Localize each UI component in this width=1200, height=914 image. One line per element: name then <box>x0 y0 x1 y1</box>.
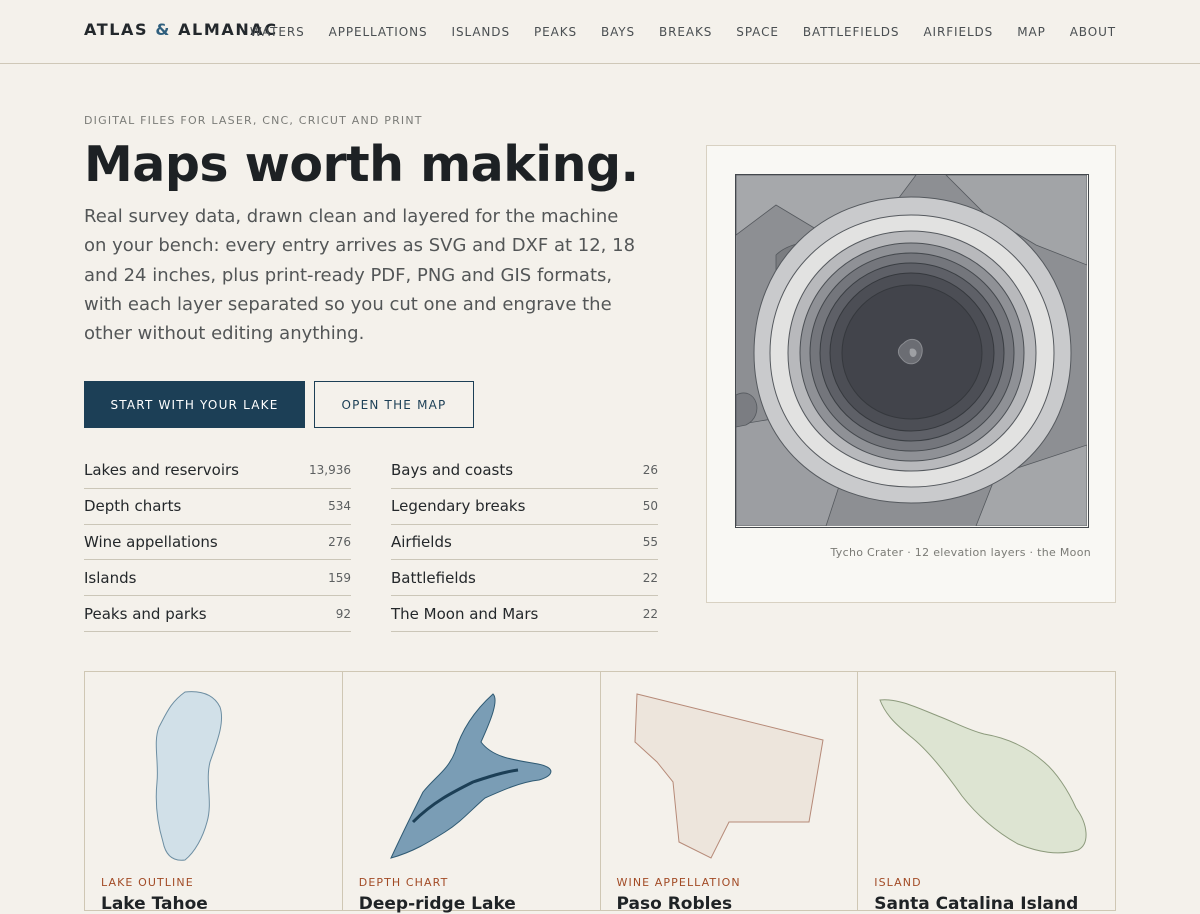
category-count: 22 <box>642 606 658 621</box>
nav-space[interactable]: SPACE <box>736 25 779 39</box>
nav-about[interactable]: ABOUT <box>1070 25 1116 39</box>
nav-airfields[interactable]: AIRFIELDS <box>923 25 993 39</box>
wine-appellation-map <box>633 693 824 859</box>
category-count: 22 <box>642 570 658 585</box>
card-title: Santa Catalina Island <box>874 894 1079 914</box>
nav-map[interactable]: MAP <box>1017 25 1046 39</box>
category-row-bays-coasts[interactable]: Bays and coasts 26 <box>391 453 658 489</box>
category-count: 534 <box>328 499 351 514</box>
category-row-legendary-breaks[interactable]: Legendary breaks 50 <box>391 489 658 525</box>
nav-waters[interactable]: WATERS <box>250 25 305 39</box>
category-row-battlefields[interactable]: Battlefields 22 <box>391 560 658 597</box>
category-name: Depth charts <box>84 497 182 516</box>
category-row-islands[interactable]: Islands 159 <box>84 560 351 597</box>
category-name: Bays and coasts <box>391 461 514 480</box>
category-row-peaks-parks[interactable]: Peaks and parks 92 <box>84 596 351 632</box>
category-count: 276 <box>328 534 351 549</box>
appellation-shape <box>633 693 824 859</box>
category-count: 159 <box>328 570 351 585</box>
nav-peaks[interactable]: PEAKS <box>534 25 577 39</box>
category-row-moon-mars[interactable]: The Moon and Mars 22 <box>391 596 658 632</box>
category-name: Peaks and parks <box>84 604 207 623</box>
category-name: Legendary breaks <box>391 497 526 516</box>
nav-bays[interactable]: BAYS <box>601 25 635 39</box>
depth-chart-map <box>389 693 552 859</box>
featured-map-card[interactable]: Tycho Crater · 12 elevation layers · the… <box>706 145 1116 603</box>
category-count: 92 <box>335 606 351 621</box>
nav-islands[interactable]: ISLANDS <box>452 25 510 39</box>
card-kicker: DEPTH CHART <box>358 876 449 889</box>
card-title: Deep-ridge Lake <box>358 894 516 914</box>
product-card-depth-chart[interactable]: DEPTH CHART Deep-ridge Lake <box>343 672 601 914</box>
start-with-your-lake-button[interactable]: START WITH YOUR LAKE <box>84 381 305 428</box>
category-row-depth-charts[interactable]: Depth charts 534 <box>84 489 351 525</box>
category-name: Battlefields <box>391 568 476 587</box>
category-row-airfields[interactable]: Airfields 55 <box>391 525 658 561</box>
card-kicker: ISLAND <box>874 876 922 889</box>
category-name: Lakes and reservoirs <box>84 461 239 480</box>
site-header: ATLAS & ALMANAC WATERS APPELLATIONS ISLA… <box>0 0 1200 64</box>
category-name: Airfields <box>391 532 452 551</box>
island-map <box>879 699 1087 854</box>
category-row-wine-appellations[interactable]: Wine appellations 276 <box>84 525 351 561</box>
category-count: 55 <box>642 534 658 549</box>
nav-appellations[interactable]: APPELLATIONS <box>329 25 428 39</box>
hero-eyebrow: DIGITAL FILES FOR LASER, CNC, CRICUT AND… <box>84 114 423 127</box>
nav-breaks[interactable]: BREAKS <box>659 25 712 39</box>
hero-title: Maps worth making. <box>84 136 639 193</box>
island-shape <box>879 699 1087 854</box>
depth-chart-shape <box>389 693 552 859</box>
category-name: Islands <box>84 568 137 587</box>
category-count: 13,936 <box>309 463 351 478</box>
featured-products-grid: LAKE OUTLINE Lake Tahoe DEPTH CHART Deep… <box>84 671 1116 914</box>
nav-battlefields[interactable]: BATTLEFIELDS <box>803 25 900 39</box>
lake-outline-map <box>155 691 223 861</box>
hero-description: Real survey data, drawn clean and layere… <box>84 206 636 345</box>
featured-map-caption: Tycho Crater · 12 elevation layers · the… <box>830 546 1091 559</box>
category-list-right: Bays and coasts 26 Legendary breaks 50 A… <box>391 453 658 632</box>
category-count: 26 <box>642 463 658 478</box>
card-title: Paso Robles <box>616 894 733 914</box>
brand-logo[interactable]: ATLAS & ALMANAC <box>84 20 278 39</box>
product-card-lake-outline[interactable]: LAKE OUTLINE Lake Tahoe <box>85 672 343 914</box>
brand-ampersand: & <box>155 20 171 39</box>
main-nav: WATERS APPELLATIONS ISLANDS PEAKS BAYS B… <box>250 25 1116 39</box>
product-card-island[interactable]: ISLAND Santa Catalina Island <box>858 672 1115 914</box>
tycho-crater-map <box>735 174 1089 528</box>
brand-word-atlas: ATLAS <box>84 20 149 39</box>
product-card-wine-appellation[interactable]: WINE APPELLATION Paso Robles <box>601 672 859 914</box>
category-list-left: Lakes and reservoirs 13,936 Depth charts… <box>84 453 351 632</box>
category-name: Wine appellations <box>84 532 218 551</box>
card-kicker: LAKE OUTLINE <box>101 876 194 889</box>
category-name: The Moon and Mars <box>391 604 539 623</box>
category-row-lakes[interactable]: Lakes and reservoirs 13,936 <box>84 453 351 489</box>
open-the-map-button[interactable]: OPEN THE MAP <box>314 381 474 428</box>
category-count: 50 <box>642 499 658 514</box>
card-title: Lake Tahoe <box>101 894 208 914</box>
crater-contour-image <box>735 174 1088 527</box>
card-kicker: WINE APPELLATION <box>616 876 741 889</box>
lake-shape <box>155 691 223 861</box>
